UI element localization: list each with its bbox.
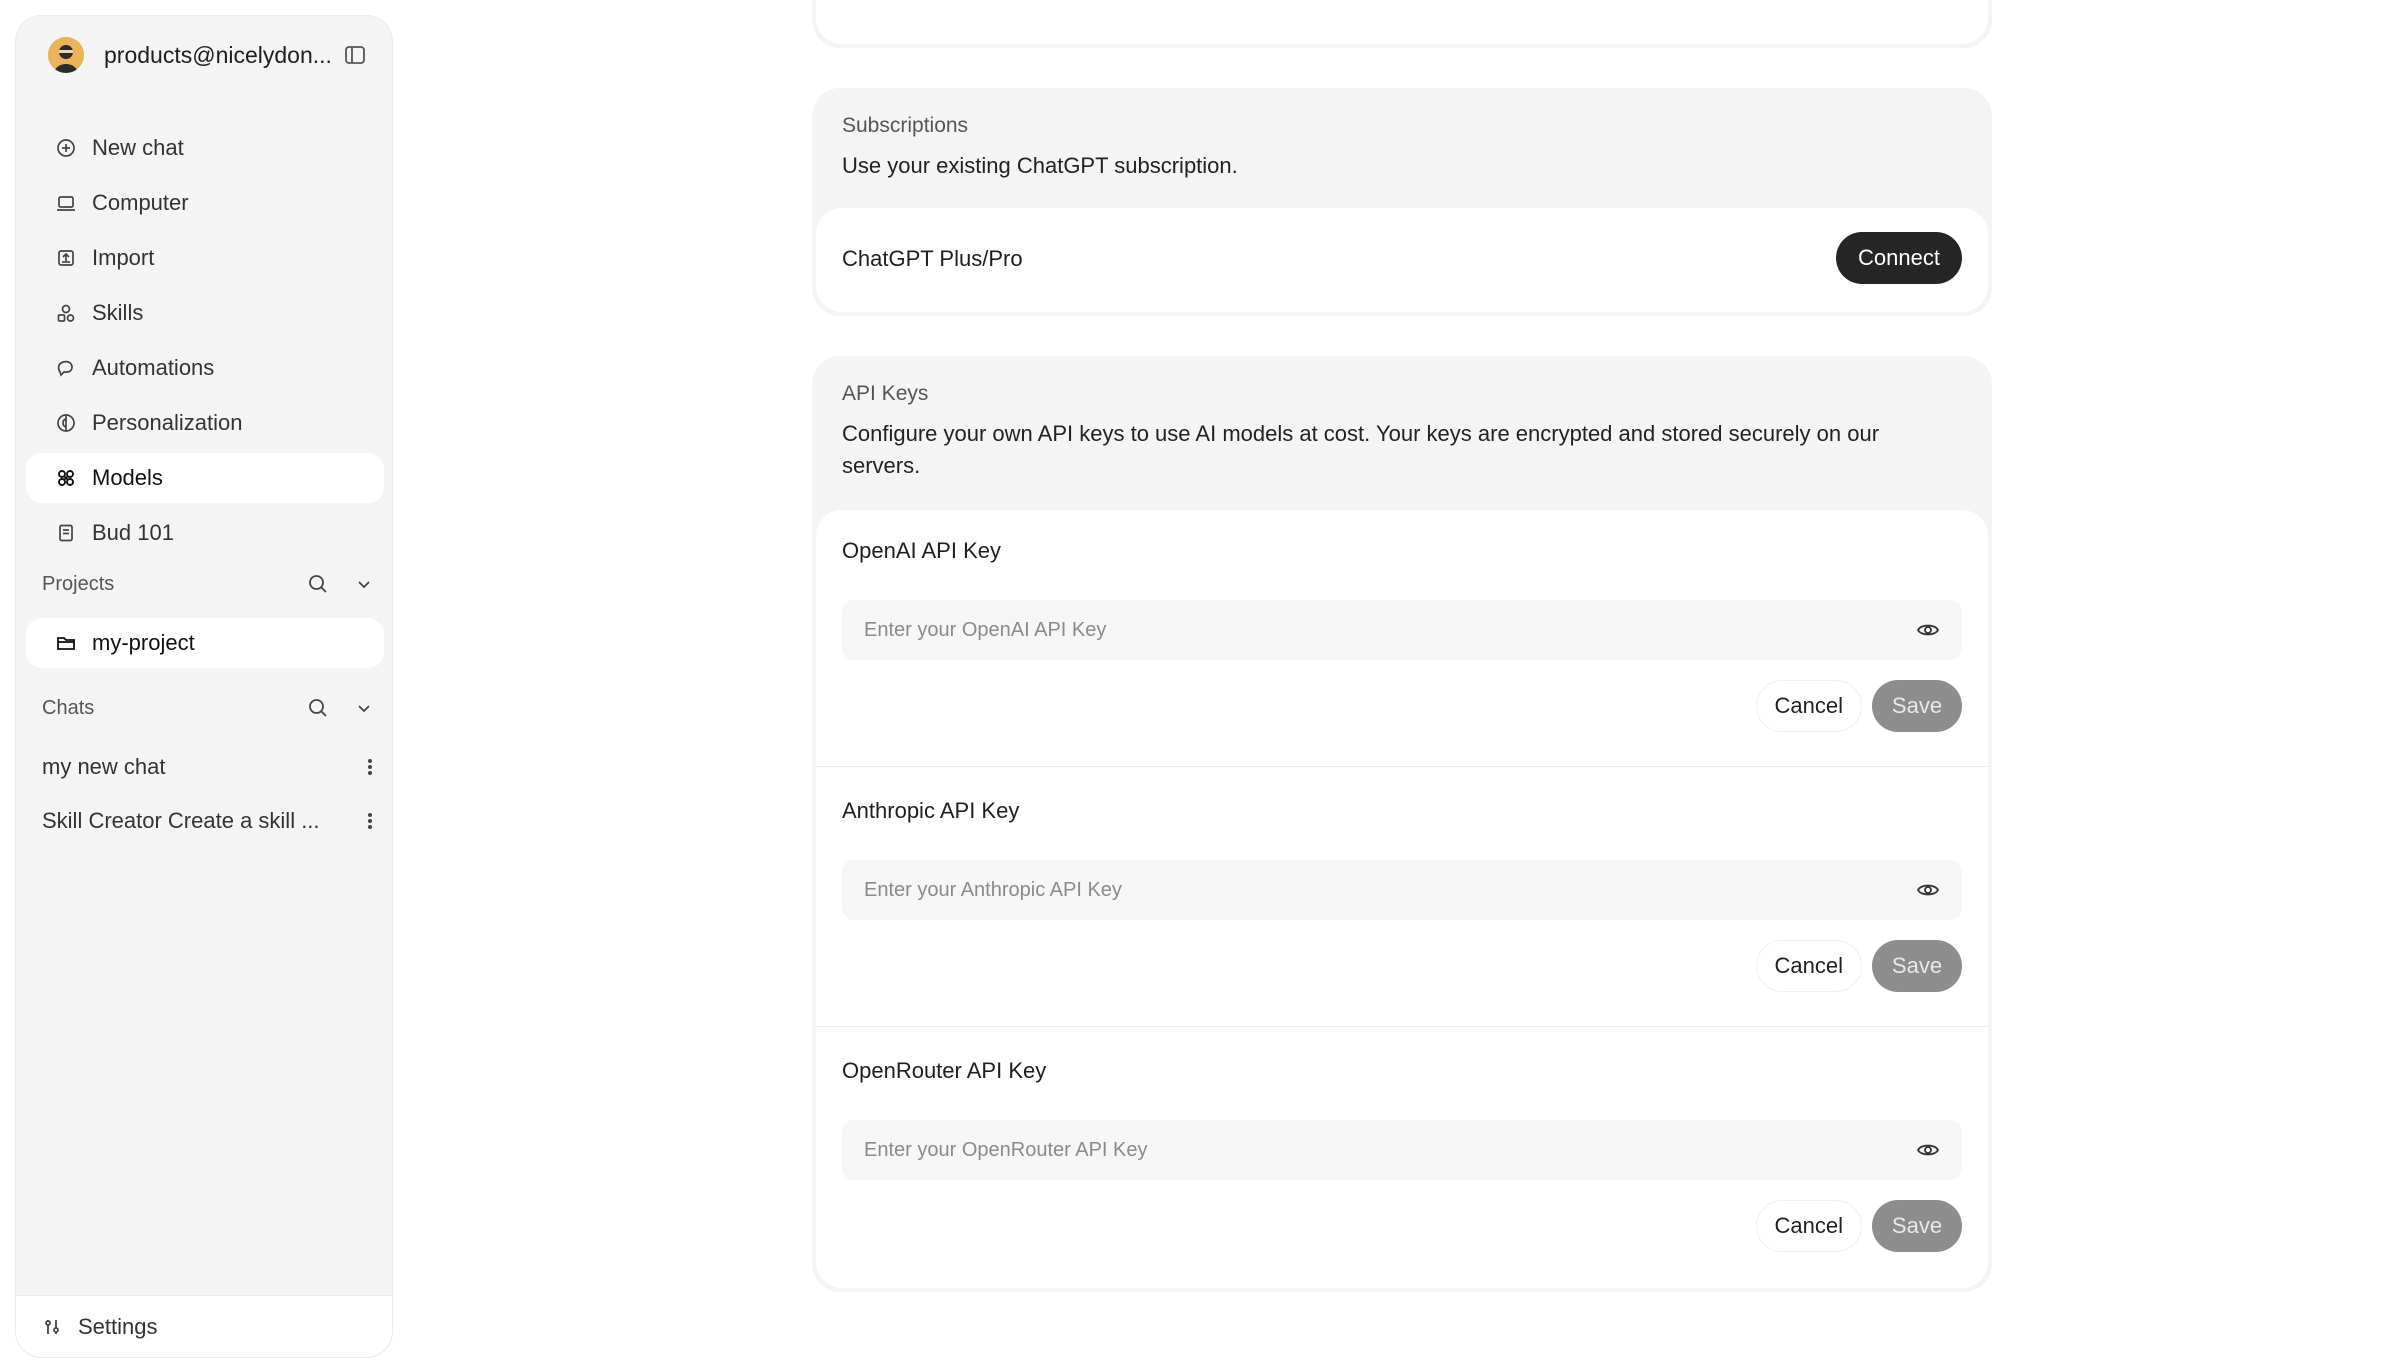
project-item-my-project[interactable]: my-project: [26, 618, 384, 668]
shapes-icon: [56, 303, 76, 323]
eye-icon[interactable]: [1916, 1138, 1940, 1162]
chevron-down-icon[interactable]: [344, 564, 384, 604]
sidebar-item-label: Import: [92, 245, 155, 270]
openrouter-key-title: OpenRouter API Key: [842, 1058, 1047, 1083]
api-keys-label: API Keys: [842, 382, 929, 405]
import-icon: [56, 248, 76, 268]
subscription-row: ChatGPT Plus/Pro Connect: [816, 208, 1988, 312]
automation-icon: [56, 358, 76, 378]
anthropic-key-title: Anthropic API Key: [842, 798, 1020, 823]
sidebar-item-label: Automations: [92, 355, 215, 380]
anthropic-key-input[interactable]: [864, 878, 1916, 902]
divider: [816, 1026, 1988, 1027]
divider: [816, 766, 1988, 767]
eye-icon[interactable]: [1916, 618, 1940, 642]
chats-section-header: Chats: [42, 688, 384, 728]
sidebar-item-label: New chat: [92, 135, 184, 160]
settings-link[interactable]: Settings: [42, 1314, 158, 1340]
openai-key-field: [842, 600, 1962, 660]
sidebar-footer: Settings: [16, 1295, 392, 1357]
sidebar-item-label: Models: [92, 465, 163, 490]
subscriptions-label: Subscriptions: [842, 114, 969, 137]
models-icon: [56, 468, 76, 488]
more-vertical-icon[interactable]: [352, 749, 388, 785]
openai-key-input[interactable]: [864, 618, 1916, 642]
cancel-button[interactable]: Cancel: [1755, 680, 1862, 732]
connect-button[interactable]: Connect: [1836, 232, 1962, 284]
api-keys-card: API Keys Configure your own API keys to …: [812, 356, 1992, 1292]
more-vertical-icon[interactable]: [352, 803, 388, 839]
chat-title: my new chat: [42, 754, 166, 779]
previous-card: [812, 0, 1992, 48]
projects-section-header: Projects: [42, 564, 384, 604]
search-icon[interactable]: [298, 688, 338, 728]
subscriptions-description: Use your existing ChatGPT subscription.: [842, 153, 1238, 178]
chevron-down-icon[interactable]: [344, 688, 384, 728]
chat-item[interactable]: my new chat: [42, 743, 388, 791]
sidebar-item-label: Skills: [92, 300, 144, 325]
sidebar-toggle-icon[interactable]: [344, 44, 366, 66]
account-email: products@nicelydon...: [104, 41, 332, 68]
sidebar-item-import[interactable]: Import: [26, 233, 384, 283]
cancel-button[interactable]: Cancel: [1755, 940, 1862, 992]
openrouter-key-field: [842, 1120, 1962, 1180]
save-button[interactable]: Save: [1872, 680, 1962, 732]
sidebar-item-personalization[interactable]: Personalization: [26, 398, 384, 448]
save-button[interactable]: Save: [1872, 940, 1962, 992]
chats-title: Chats: [42, 696, 95, 719]
sidebar-item-models[interactable]: Models: [26, 453, 384, 503]
search-icon[interactable]: [298, 564, 338, 604]
api-keys-description: Configure your own API keys to use AI mo…: [842, 421, 1880, 478]
sidebar-item-label: Bud 101: [92, 520, 174, 545]
sidebar-item-computer[interactable]: Computer: [26, 178, 384, 228]
sidebar: products@nicelydon... New chat Computer …: [15, 15, 393, 1358]
projects-title: Projects: [42, 572, 115, 595]
avatar: [48, 37, 84, 73]
folder-icon: [56, 633, 76, 653]
sidebar-item-label: Computer: [92, 190, 189, 215]
account-switcher[interactable]: products@nicelydon...: [32, 30, 378, 80]
book-icon: [56, 523, 76, 543]
sidebar-item-label: Personalization: [92, 410, 243, 435]
eye-icon[interactable]: [1916, 878, 1940, 902]
personalization-icon: [56, 413, 76, 433]
openai-key-title: OpenAI API Key: [842, 538, 1001, 563]
previous-card-inner: [816, 0, 1988, 44]
sidebar-item-skills[interactable]: Skills: [26, 288, 384, 338]
project-label: my-project: [92, 630, 195, 655]
plus-circle-icon: [56, 138, 76, 158]
settings-sliders-icon: [42, 1317, 62, 1337]
api-keys-list: OpenAI API Key Cancel Save Anthropic API…: [816, 510, 1988, 1288]
chat-item[interactable]: Skill Creator Create a skill ...: [42, 797, 388, 845]
subscriptions-card: Subscriptions Use your existing ChatGPT …: [812, 88, 1992, 316]
sidebar-item-automations[interactable]: Automations: [26, 343, 384, 393]
plan-name: ChatGPT Plus/Pro: [842, 246, 1023, 271]
anthropic-key-field: [842, 860, 1962, 920]
laptop-icon: [56, 193, 76, 213]
settings-label: Settings: [78, 1313, 158, 1339]
sidebar-item-bud-101[interactable]: Bud 101: [26, 508, 384, 558]
save-button[interactable]: Save: [1872, 1200, 1962, 1252]
chat-title: Skill Creator Create a skill ...: [42, 808, 320, 833]
openrouter-key-input[interactable]: [864, 1138, 1916, 1162]
sidebar-item-new-chat[interactable]: New chat: [26, 123, 384, 173]
cancel-button[interactable]: Cancel: [1755, 1200, 1862, 1252]
